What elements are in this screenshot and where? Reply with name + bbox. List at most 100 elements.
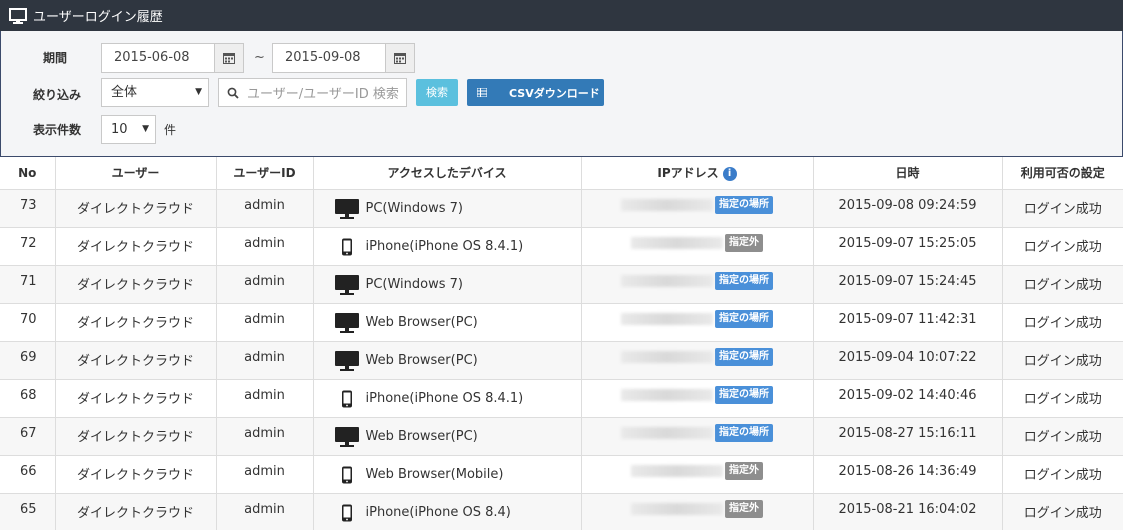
ip-redacted [621, 198, 713, 211]
device-label: PC(Windows 7) [365, 201, 464, 216]
login-history-table: No ユーザー ユーザーID アクセスしたデバイス IPアドレス i 日時 利用可… [0, 157, 1123, 530]
calendar-icon[interactable] [214, 44, 243, 72]
cell-datetime: 2015-09-07 11:42:31 [813, 303, 1003, 342]
csv-download-button[interactable]: CSVダウンロード [467, 79, 604, 106]
cell-user: ダイレクトクラウド [55, 379, 217, 418]
device-label: Web Browser(PC) [365, 353, 478, 368]
page-header: ユーザーログイン履歴 [0, 0, 1123, 31]
cell-no: 71 [0, 265, 56, 304]
search-button[interactable]: 検索 [416, 79, 458, 106]
col-header-ip[interactable]: IPアドレス i [581, 157, 814, 190]
table-row[interactable]: 66 ダイレクトクラウド admin Web Browser(Mobile) 指定外 20… [0, 455, 1123, 494]
smartphone-icon [334, 238, 360, 256]
location-badge: 指定の場所 [715, 385, 773, 404]
cell-status: ログイン成功 [1002, 341, 1123, 380]
table-icon [477, 88, 487, 97]
device-label: iPhone(iPhone OS 8.4) [365, 505, 511, 520]
desktop-icon [334, 274, 360, 296]
narrow-select[interactable]: 全体 ▼ [101, 78, 209, 107]
cell-no: 68 [0, 379, 56, 418]
desktop-icon [334, 198, 360, 220]
col-header-user[interactable]: ユーザー [55, 157, 217, 190]
device-label: iPhone(iPhone OS 8.4.1) [365, 391, 524, 406]
col-header-no[interactable]: No [0, 157, 56, 190]
cell-user-id: admin [216, 455, 314, 494]
cell-status: ログイン成功 [1002, 227, 1123, 266]
search-icon [227, 87, 239, 99]
table-row[interactable]: 73 ダイレクトクラウド admin PC(Windows 7) 指定の場所 2015-0… [0, 189, 1123, 228]
location-badge: 指定の場所 [715, 347, 773, 366]
ip-redacted [631, 236, 723, 249]
cell-device: Web Browser(PC) [313, 417, 582, 456]
monitor-icon [9, 7, 27, 24]
cell-no: 72 [0, 227, 56, 266]
device-label: Web Browser(Mobile) [365, 467, 504, 482]
ip-redacted [621, 388, 713, 401]
search-input[interactable]: ユーザー/ユーザーID 検索 [218, 78, 407, 107]
table-row[interactable]: 72 ダイレクトクラウド admin iPhone(iPhone OS 8.4.1) 指… [0, 227, 1123, 266]
cell-no: 66 [0, 455, 56, 494]
cell-datetime: 2015-08-27 15:16:11 [813, 417, 1003, 456]
narrow-label: 絞り込み [33, 88, 82, 102]
cell-ip: 指定の場所 [581, 379, 814, 418]
device-label: iPhone(iPhone OS 8.4.1) [365, 239, 524, 254]
device-label: Web Browser(PC) [365, 429, 478, 444]
cell-device: PC(Windows 7) [313, 265, 582, 304]
cell-ip: 指定の場所 [581, 265, 814, 304]
cell-no: 73 [0, 189, 56, 228]
caret-down-icon: ▼ [142, 124, 149, 134]
cell-ip: 指定外 [581, 227, 814, 266]
cell-user-id: admin [216, 379, 314, 418]
cell-datetime: 2015-09-07 15:24:45 [813, 265, 1003, 304]
col-header-status[interactable]: 利用可否の設定 [1002, 157, 1123, 190]
count-label: 表示件数 [33, 123, 82, 137]
location-badge: 指定の場所 [715, 195, 773, 214]
table-row[interactable]: 69 ダイレクトクラウド admin Web Browser(PC) 指定の場所 2015… [0, 341, 1123, 380]
ip-redacted [621, 274, 713, 287]
cell-status: ログイン成功 [1002, 455, 1123, 494]
table-row[interactable]: 71 ダイレクトクラウド admin PC(Windows 7) 指定の場所 2015-0… [0, 265, 1123, 304]
cell-no: 70 [0, 303, 56, 342]
cell-status: ログイン成功 [1002, 189, 1123, 228]
col-header-datetime[interactable]: 日時 [813, 157, 1003, 190]
col-header-user-id[interactable]: ユーザーID [216, 157, 314, 190]
cell-status: ログイン成功 [1002, 493, 1123, 530]
info-icon[interactable]: i [722, 166, 737, 181]
ip-redacted [631, 464, 723, 477]
cell-user-id: admin [216, 493, 314, 530]
cell-user-id: admin [216, 265, 314, 304]
cell-status: ログイン成功 [1002, 379, 1123, 418]
calendar-icon[interactable] [385, 44, 414, 72]
table-row[interactable]: 67 ダイレクトクラウド admin Web Browser(PC) 指定の場所 2015… [0, 417, 1123, 456]
cell-user: ダイレクトクラウド [55, 227, 217, 266]
cell-user-id: admin [216, 417, 314, 456]
cell-user-id: admin [216, 303, 314, 342]
count-select[interactable]: 10 ▼ [101, 115, 156, 144]
table-row[interactable]: 70 ダイレクトクラウド admin Web Browser(PC) 指定の場所 2015… [0, 303, 1123, 342]
cell-ip: 指定外 [581, 455, 814, 494]
cell-datetime: 2015-08-26 14:36:49 [813, 455, 1003, 494]
cell-status: ログイン成功 [1002, 417, 1123, 456]
smartphone-icon [334, 504, 360, 522]
desktop-icon [334, 426, 360, 448]
cell-device: Web Browser(PC) [313, 303, 582, 342]
filter-panel: 期間 2015-06-08 ~ 2015-09-08 絞り込み 全体 ▼ ユーザ… [0, 31, 1123, 157]
device-label: Web Browser(PC) [365, 315, 478, 330]
cell-user-id: admin [216, 227, 314, 266]
range-separator: ~ [254, 50, 265, 65]
cell-status: ログイン成功 [1002, 303, 1123, 342]
ip-redacted [621, 350, 713, 363]
cell-datetime: 2015-09-07 15:25:05 [813, 227, 1003, 266]
date-from-input[interactable]: 2015-06-08 [101, 43, 244, 73]
location-badge: 指定外 [725, 499, 763, 518]
cell-datetime: 2015-09-02 14:40:46 [813, 379, 1003, 418]
table-row[interactable]: 68 ダイレクトクラウド admin iPhone(iPhone OS 8.4.1) 指… [0, 379, 1123, 418]
cell-no: 65 [0, 493, 56, 530]
col-header-device[interactable]: アクセスしたデバイス [313, 157, 582, 190]
cell-user: ダイレクトクラウド [55, 189, 217, 228]
table-row[interactable]: 65 ダイレクトクラウド admin iPhone(iPhone OS 8.4) 指定外… [0, 493, 1123, 530]
cell-user: ダイレクトクラウド [55, 265, 217, 304]
cell-user: ダイレクトクラウド [55, 455, 217, 494]
device-label: PC(Windows 7) [365, 277, 464, 292]
date-to-input[interactable]: 2015-09-08 [272, 43, 415, 73]
